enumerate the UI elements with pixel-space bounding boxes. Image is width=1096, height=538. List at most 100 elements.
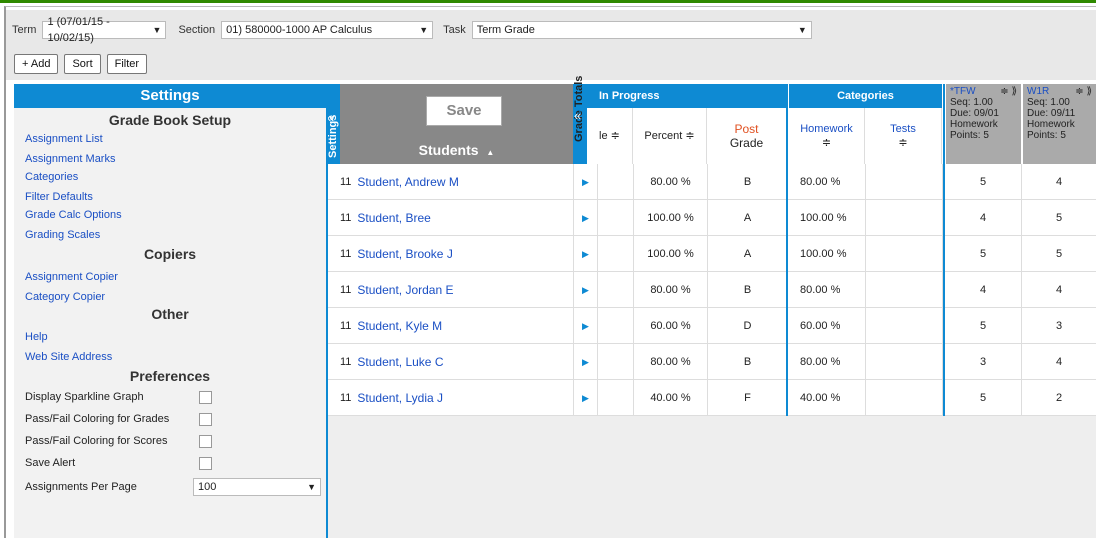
student-grade-level: 11 — [340, 284, 352, 296]
assignment-category: Homework — [950, 119, 998, 130]
save-button[interactable]: Save — [426, 96, 502, 126]
chevron-down-icon: ▼ — [307, 482, 316, 492]
per-page-label: Assignments Per Page — [25, 481, 137, 493]
score-cell[interactable]: 5 — [945, 308, 1022, 344]
settings-vertical-label: Settings — [327, 114, 339, 158]
assignment-header-tfw[interactable]: *TFW ≑ ⟫ Seq: 1.00 Due: 09/01 Homework Po… — [946, 84, 1021, 164]
link-web-site-address[interactable]: Web Site Address — [25, 350, 326, 364]
student-name-link[interactable]: Student, Kyle M — [357, 319, 442, 333]
assignment-header-w1r[interactable]: W1R ≑ ⟫ Seq: 1.00 Due: 09/11 Homework Poi… — [1023, 84, 1096, 164]
student-name-link[interactable]: Student, Lydia J — [357, 391, 443, 405]
partial-cell — [598, 200, 634, 236]
task-select[interactable]: Term Grade ▼ — [471, 21, 812, 39]
percent-column-header[interactable]: Percent ≑ — [633, 108, 707, 164]
homework-column-header[interactable]: Homework ≑ — [789, 108, 865, 164]
link-assignment-marks[interactable]: Assignment Marks — [25, 152, 326, 166]
assignment-due: Due: 09/01 — [950, 108, 999, 119]
link-category-copier[interactable]: Category Copier — [25, 290, 326, 304]
section-select[interactable]: 01) 580000-1000 AP Calculus ▼ — [221, 21, 434, 39]
link-grade-calc-options[interactable]: Grade Calc Options — [25, 208, 326, 222]
score-cell[interactable]: 2 — [1022, 380, 1096, 416]
expand-cell[interactable]: ▶ — [574, 380, 598, 416]
categories-header: Categories — [789, 84, 942, 108]
student-cell: 11 Student, Jordan E — [328, 272, 574, 308]
section-label: Section — [178, 24, 216, 36]
per-page-select[interactable]: 100 ▼ — [193, 478, 321, 496]
student-name-link[interactable]: Student, Jordan E — [357, 283, 453, 297]
post-grade-column-header[interactable]: Post Grade — [707, 108, 787, 164]
table-row: 11 Student, Brooke J ▶ 100.00 % A 100.00… — [328, 236, 1096, 272]
pref-label: Display Sparkline Graph — [25, 391, 144, 403]
settings-title: Settings — [14, 84, 326, 108]
save-alert-checkbox[interactable] — [199, 456, 212, 470]
table-row: 11 Student, Luke C ▶ 80.00 % B 80.00 % 3… — [328, 344, 1096, 380]
link-categories[interactable]: Categories — [25, 170, 326, 184]
sparkline-checkbox[interactable] — [199, 390, 212, 404]
link-grading-scales[interactable]: Grading Scales — [25, 228, 326, 242]
pref-label: Pass/Fail Coloring for Scores — [25, 435, 168, 447]
students-title: Students — [418, 142, 479, 158]
play-arrow-icon: ▶ — [582, 248, 589, 259]
student-name-link[interactable]: Student, Brooke J — [357, 247, 452, 261]
percent-cell: 80.00 % — [634, 344, 708, 380]
student-grade-level: 11 — [340, 392, 352, 404]
tests-column-header[interactable]: Tests ≑ — [865, 108, 942, 164]
pref-label: Pass/Fail Coloring for Grades — [25, 413, 170, 425]
link-help[interactable]: Help — [25, 330, 326, 344]
sort-button[interactable]: Sort — [64, 54, 101, 74]
score-cell[interactable]: 5 — [1022, 236, 1096, 272]
grade-label: Grade — [729, 136, 764, 150]
preferences-title: Preferences — [129, 368, 211, 384]
pref-pf-grades: Pass/Fail Coloring for Grades — [25, 408, 326, 430]
pf-scores-checkbox[interactable] — [199, 434, 212, 448]
grid-header: In Progress Categories le ≑ Percent ≑ Po… — [587, 84, 1096, 164]
partial-cell — [598, 272, 634, 308]
student-name-link[interactable]: Student, Andrew M — [357, 175, 458, 189]
sort-ascending-icon: ▲ — [486, 148, 495, 157]
expand-cell[interactable]: ▶ — [574, 344, 598, 380]
score-cell[interactable]: 3 — [945, 344, 1022, 380]
term-select[interactable]: 1 (07/01/15 - 10/02/15) ▼ — [42, 16, 167, 44]
score-cell[interactable]: 4 — [1022, 272, 1096, 308]
link-filter-defaults[interactable]: Filter Defaults — [25, 190, 326, 204]
partial-column-header[interactable]: le ≑ — [587, 108, 633, 164]
play-arrow-icon: ▶ — [582, 356, 589, 367]
expand-cell[interactable]: ▶ — [574, 200, 598, 236]
add-button[interactable]: + Add — [14, 54, 59, 74]
pref-save-alert: Save Alert — [25, 452, 326, 474]
score-cell[interactable]: 4 — [1022, 344, 1096, 380]
score-cell[interactable]: 5 — [945, 236, 1022, 272]
score-cell[interactable]: 5 — [945, 380, 1022, 416]
pref-per-page: Assignments Per Page 100 ▼ — [25, 476, 326, 498]
expand-cell[interactable]: ▶ — [574, 164, 598, 200]
link-assignment-copier[interactable]: Assignment Copier — [25, 270, 326, 284]
grade-cell: B — [708, 272, 788, 308]
percent-cell: 100.00 % — [634, 200, 708, 236]
grade-cell: B — [708, 164, 788, 200]
expand-cell[interactable]: ▶ — [574, 308, 598, 344]
filter-button[interactable]: Filter — [106, 54, 148, 74]
grade-totals-strip[interactable]: Grade Totals « — [573, 76, 587, 164]
students-column-header[interactable]: Students ▲ — [340, 142, 573, 158]
play-arrow-icon: ▶ — [582, 212, 589, 223]
term-label: Term — [12, 24, 37, 36]
expand-cell[interactable]: ▶ — [574, 236, 598, 272]
student-grade-level: 11 — [340, 356, 352, 368]
score-cell[interactable]: 4 — [945, 200, 1022, 236]
student-grade-level: 11 — [340, 212, 352, 224]
score-cell[interactable]: 4 — [945, 272, 1022, 308]
student-name-link[interactable]: Student, Luke C — [357, 355, 443, 369]
expand-cell[interactable]: ▶ — [574, 272, 598, 308]
student-cell: 11 Student, Brooke J — [328, 236, 574, 272]
per-page-value: 100 — [198, 481, 217, 493]
score-cell[interactable]: 3 — [1022, 308, 1096, 344]
homework-cell: 80.00 % — [790, 164, 866, 200]
grade-cell: A — [708, 200, 788, 236]
pref-sparkline: Display Sparkline Graph — [25, 386, 326, 408]
pf-grades-checkbox[interactable] — [199, 412, 212, 426]
student-name-link[interactable]: Student, Bree — [357, 211, 430, 225]
score-cell[interactable]: 4 — [1022, 164, 1096, 200]
link-assignment-list[interactable]: Assignment List — [25, 132, 326, 146]
score-cell[interactable]: 5 — [945, 164, 1022, 200]
score-cell[interactable]: 5 — [1022, 200, 1096, 236]
